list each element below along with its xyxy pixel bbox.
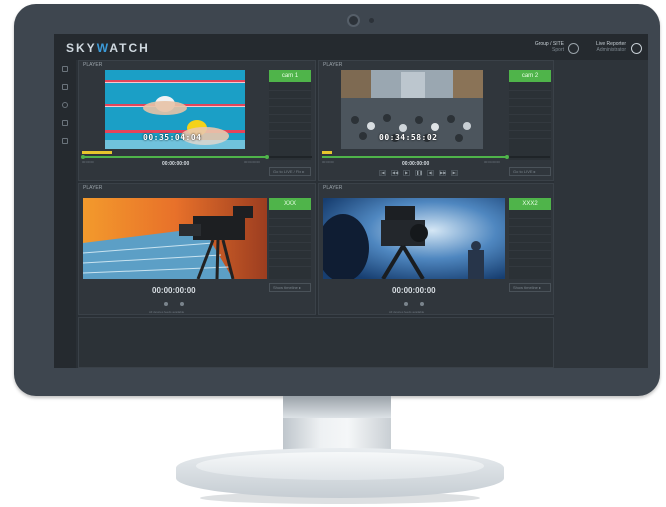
player-label: PLAYER — [83, 62, 103, 68]
video-feed-swimming[interactable]: 00:35:04:04 — [105, 70, 245, 149]
player-panel-2: PLAYER 00:34:58:02 cam 2 00:00:00 00:04:… — [318, 60, 554, 181]
video-feed-cyclists[interactable]: 00:34:58:02 — [341, 70, 483, 149]
timeline-playhead[interactable] — [265, 155, 269, 159]
player-timecode: 00:00:00:00 — [392, 286, 436, 295]
user-role: Administrator — [596, 47, 626, 53]
go-live-button[interactable]: Go to LIVE ▸ — [509, 167, 551, 176]
right-panel — [554, 60, 648, 368]
studio-camera-image — [323, 198, 505, 279]
cam-label[interactable]: cam 2 — [509, 70, 551, 82]
monitor-base-top — [196, 452, 484, 480]
camera-list — [509, 83, 551, 145]
fast-forward-icon[interactable]: ▶▶ — [439, 170, 446, 176]
empty-panel-area — [78, 317, 554, 368]
next-icon[interactable] — [420, 302, 424, 306]
user-avatar-icon[interactable] — [631, 43, 642, 54]
rewind-icon[interactable]: ◀◀ — [391, 170, 398, 176]
overlay-timecode: 00:35:04:04 — [143, 133, 202, 142]
group-selector[interactable]: Group / SITE Sport — [506, 41, 564, 53]
player-timecode: 00:00:00:00 — [162, 161, 190, 167]
buffer-bar — [322, 151, 332, 154]
cam-label[interactable]: XXX — [269, 198, 311, 210]
play-icon[interactable]: ▶ — [403, 170, 410, 176]
camera-icon[interactable] — [62, 102, 68, 108]
layout-icon[interactable] — [62, 120, 68, 126]
show-timeline-button[interactable]: Show timeline ▸ — [269, 283, 311, 292]
camera-list — [509, 211, 551, 267]
webcam-indicator — [369, 18, 374, 23]
home-icon[interactable] — [62, 84, 68, 90]
cam-label[interactable]: XXX2 — [509, 198, 551, 210]
pause-icon[interactable]: ❚❚ — [415, 170, 423, 176]
player-label: PLAYER — [323, 62, 343, 68]
cam-label[interactable]: cam 1 — [269, 70, 311, 82]
left-sidebar — [54, 60, 76, 368]
cloud-icon[interactable] — [62, 138, 68, 144]
progress-bar — [322, 156, 508, 158]
prev-icon[interactable] — [404, 302, 408, 306]
step-back-icon[interactable]: ◀| — [427, 170, 434, 176]
timeline-end-label: 00:04:00:00 — [244, 160, 260, 164]
skip-start-icon[interactable]: |◀ — [379, 170, 386, 176]
player-timecode: 00:00:00:00 — [152, 286, 196, 295]
top-bar: SKYWATCH Group / SITE Sport Live Reporte… — [54, 34, 648, 60]
app-screen: SKYWATCH Group / SITE Sport Live Reporte… — [54, 34, 648, 368]
show-timeline-button[interactable]: Show timeline ▸ — [509, 283, 551, 292]
user-menu[interactable]: Live Reporter Administrator — [576, 41, 626, 53]
player-label: PLAYER — [83, 185, 103, 191]
video-feed-broadcast-camera[interactable] — [83, 198, 267, 279]
player-label: PLAYER — [323, 185, 343, 191]
next-icon[interactable] — [180, 302, 184, 306]
player-panel-4: PLAYER XXX2 00:00:00:00 Show timeline ▸ … — [318, 183, 554, 315]
skip-end-icon[interactable]: ▶| — [451, 170, 458, 176]
group-sub: Sport — [552, 47, 564, 53]
timeline-end-label: 00:04:00:00 — [484, 160, 500, 164]
menu-icon[interactable] — [62, 66, 68, 72]
player-panel-1: PLAYER 00:35:04:04 cam 1 00:00:00 00:04:… — [78, 60, 316, 181]
feeds-hint: All devices feeds available — [389, 310, 425, 314]
webcam — [347, 14, 360, 27]
prev-icon[interactable] — [164, 302, 168, 306]
timeline-start-label: 00:00:00 — [322, 160, 334, 164]
go-live-button[interactable]: Go to LIVE / Fix ▸ — [269, 167, 311, 176]
overlay-timecode: 00:34:58:02 — [379, 133, 438, 142]
broadcast-camera-image — [83, 198, 267, 279]
camera-side-panel: cam 2 — [509, 70, 551, 160]
timeline-playhead[interactable] — [505, 155, 509, 159]
camera-side-panel: XXX — [269, 198, 311, 279]
camera-side-panel: XXX2 — [509, 198, 551, 279]
camera-list — [269, 211, 311, 267]
app-logo[interactable]: SKYWATCH — [66, 41, 150, 55]
player-timecode: 00:00:00:00 — [402, 161, 430, 167]
timeline-start-handle[interactable] — [81, 155, 85, 159]
monitor-stand-shadow — [283, 396, 391, 418]
player-panel-3: PLAYER XXX 00:00:00:00 Show timeline ▸ A… — [78, 183, 316, 315]
progress-bar — [82, 156, 268, 158]
video-feed-studio-camera[interactable] — [323, 198, 505, 279]
buffer-bar — [82, 151, 112, 154]
timeline-start-label: 00:00:00 — [82, 160, 94, 164]
monitor-frame: SKYWATCH Group / SITE Sport Live Reporte… — [14, 4, 660, 396]
camera-list — [269, 83, 311, 145]
camera-side-panel: cam 1 — [269, 70, 311, 160]
feeds-hint: All devices feeds available — [149, 310, 185, 314]
